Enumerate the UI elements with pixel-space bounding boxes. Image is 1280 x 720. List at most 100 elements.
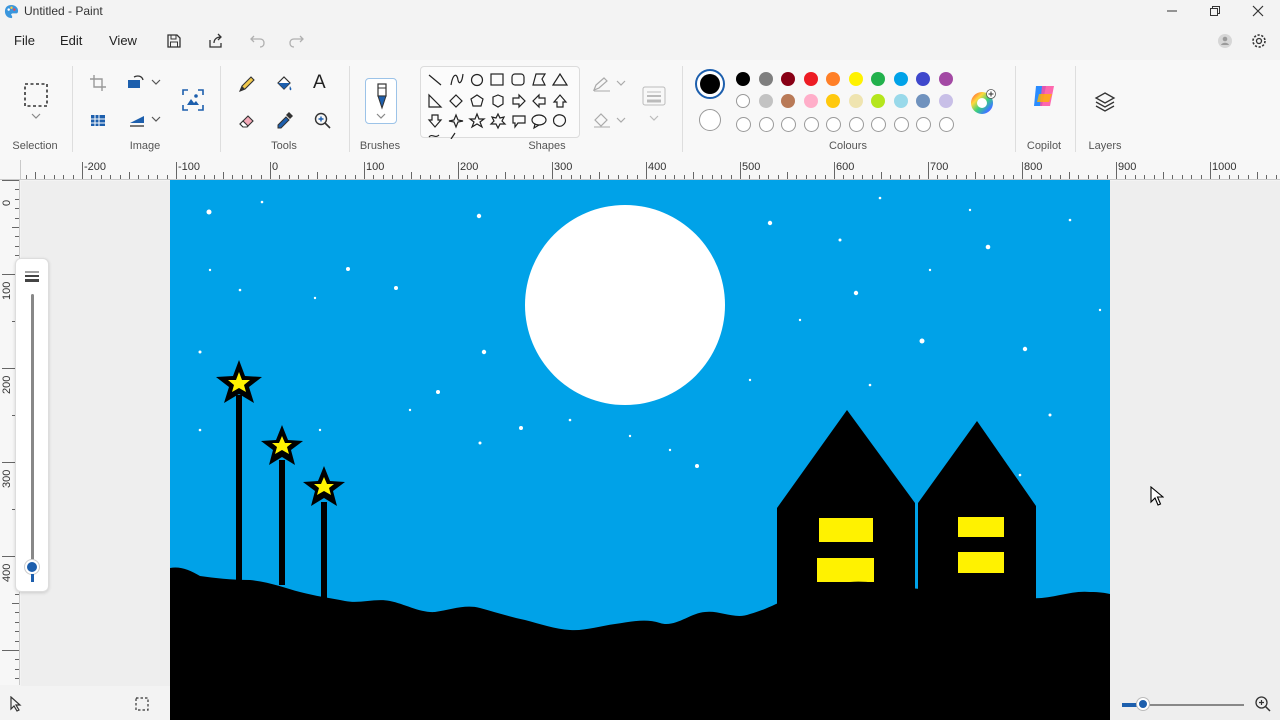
title-bar: Untitled - Paint: [0, 0, 1280, 24]
edit-colors-rainbow-icon[interactable]: [969, 88, 997, 116]
ruler-label: 100: [366, 161, 385, 173]
crop-icon[interactable]: [89, 74, 107, 92]
image-creator-icon[interactable]: [181, 88, 205, 112]
palette-color-swatch[interactable]: [826, 72, 840, 86]
palette-color-swatch[interactable]: [803, 94, 818, 108]
ruler-label: 0: [272, 161, 279, 173]
pencil-icon[interactable]: [237, 74, 257, 94]
remove-background-icon[interactable]: [89, 111, 107, 129]
brush-size-slider-thumb[interactable]: [25, 560, 39, 574]
shape-outline-icon[interactable]: [592, 76, 612, 92]
sky-star-dot: [198, 350, 202, 354]
zoom-in-icon[interactable]: [1254, 695, 1272, 713]
custom-color-slot[interactable]: [781, 117, 796, 132]
maximize-button[interactable]: [1193, 0, 1237, 22]
line-size-chevron-down-icon[interactable]: [649, 114, 659, 122]
sky-star-dot: [436, 390, 440, 394]
sky-star-dot: [748, 378, 752, 382]
palette-color-swatch[interactable]: [871, 72, 885, 86]
brush-size-slider-track[interactable]: [31, 294, 34, 566]
save-icon[interactable]: [165, 32, 183, 50]
palette-color-swatch[interactable]: [938, 94, 953, 108]
custom-color-slot[interactable]: [803, 117, 819, 132]
palette-color-swatch[interactable]: [781, 72, 795, 86]
fill-chevron-down-icon[interactable]: [616, 116, 626, 124]
custom-color-slot[interactable]: [871, 117, 886, 132]
sky-star-dot: [868, 383, 872, 387]
custom-color-slot[interactable]: [893, 117, 909, 132]
sky-star-dot: [1018, 473, 1022, 477]
palette-color-swatch[interactable]: [736, 94, 750, 108]
resize-icon[interactable]: [126, 74, 146, 92]
color-picker-icon[interactable]: [274, 111, 294, 131]
ruler-label: 400: [1, 563, 13, 582]
flip-chevron-down-icon[interactable]: [151, 115, 161, 123]
eraser-icon[interactable]: [237, 111, 257, 131]
primary-color-selector[interactable]: [695, 69, 725, 99]
custom-color-slot[interactable]: [826, 117, 841, 132]
line-size-icon[interactable]: [642, 86, 666, 108]
sky-star-dot: [767, 220, 773, 226]
brush-icon: [377, 83, 387, 110]
magnifier-icon[interactable]: [313, 111, 333, 131]
palette-color-swatch[interactable]: [826, 94, 840, 108]
fill-bucket-icon[interactable]: [274, 74, 294, 94]
brushes-button[interactable]: [365, 78, 397, 124]
ruler-tick: [1022, 162, 1023, 179]
ruler-tick: [12, 227, 19, 228]
sky-star-dot: [695, 464, 699, 468]
ruler-label: 300: [554, 161, 573, 173]
palette-color-swatch[interactable]: [938, 72, 953, 86]
menu-file[interactable]: File: [14, 33, 35, 48]
ruler-tick: [270, 162, 271, 179]
flip-icon[interactable]: [128, 111, 146, 129]
custom-color-slot[interactable]: [916, 117, 931, 132]
ruler-tick: [1219, 175, 1221, 179]
palette-color-swatch[interactable]: [758, 94, 773, 108]
text-tool-icon[interactable]: A: [313, 72, 326, 94]
sky-star-dot: [1098, 308, 1102, 312]
secondary-color-selector[interactable]: [699, 109, 721, 131]
zoom-slider-thumb[interactable]: [1137, 698, 1149, 710]
close-button[interactable]: [1236, 0, 1280, 22]
paint-app-icon: [4, 4, 19, 19]
custom-color-slot[interactable]: [938, 117, 954, 132]
ruler-tick: [1247, 175, 1249, 179]
palette-color-swatch[interactable]: [736, 72, 750, 86]
palette-color-swatch[interactable]: [893, 72, 908, 86]
drawing-canvas[interactable]: [170, 180, 1110, 720]
sky-star-dot: [206, 209, 212, 215]
share-icon[interactable]: [207, 32, 225, 50]
palette-color-swatch[interactable]: [893, 94, 908, 108]
layers-icon[interactable]: [1093, 90, 1117, 114]
minimize-button[interactable]: [1150, 0, 1194, 22]
sky-star-dot: [313, 296, 317, 300]
sky-star-dot: [238, 288, 242, 292]
palette-color-swatch[interactable]: [848, 94, 863, 108]
outline-chevron-down-icon[interactable]: [616, 79, 626, 87]
palette-color-swatch[interactable]: [758, 72, 773, 86]
palette-color-swatch[interactable]: [916, 72, 930, 86]
menu-edit[interactable]: Edit: [60, 33, 82, 48]
rectangular-selection-icon[interactable]: [23, 82, 49, 108]
ruler-tick: [25, 175, 27, 179]
account-icon[interactable]: [1216, 32, 1234, 50]
palette-color-swatch[interactable]: [871, 94, 885, 108]
menu-view[interactable]: View: [109, 33, 137, 48]
resize-chevron-down-icon[interactable]: [151, 78, 161, 86]
shape-fill-icon[interactable]: [592, 112, 612, 128]
settings-gear-icon[interactable]: [1250, 32, 1268, 50]
redo-icon[interactable]: [287, 32, 305, 50]
ruler-tick: [12, 603, 19, 604]
ruler-tick: [82, 162, 83, 179]
palette-color-swatch[interactable]: [803, 72, 818, 86]
custom-color-slot[interactable]: [736, 117, 751, 132]
custom-color-slot[interactable]: [758, 117, 774, 132]
palette-color-swatch[interactable]: [916, 94, 930, 108]
copilot-icon[interactable]: [1030, 82, 1058, 110]
palette-color-swatch[interactable]: [781, 94, 795, 108]
undo-icon[interactable]: [249, 32, 267, 50]
palette-color-swatch[interactable]: [848, 72, 863, 86]
selection-chevron-down-icon[interactable]: [31, 112, 41, 120]
custom-color-slot[interactable]: [848, 117, 864, 132]
